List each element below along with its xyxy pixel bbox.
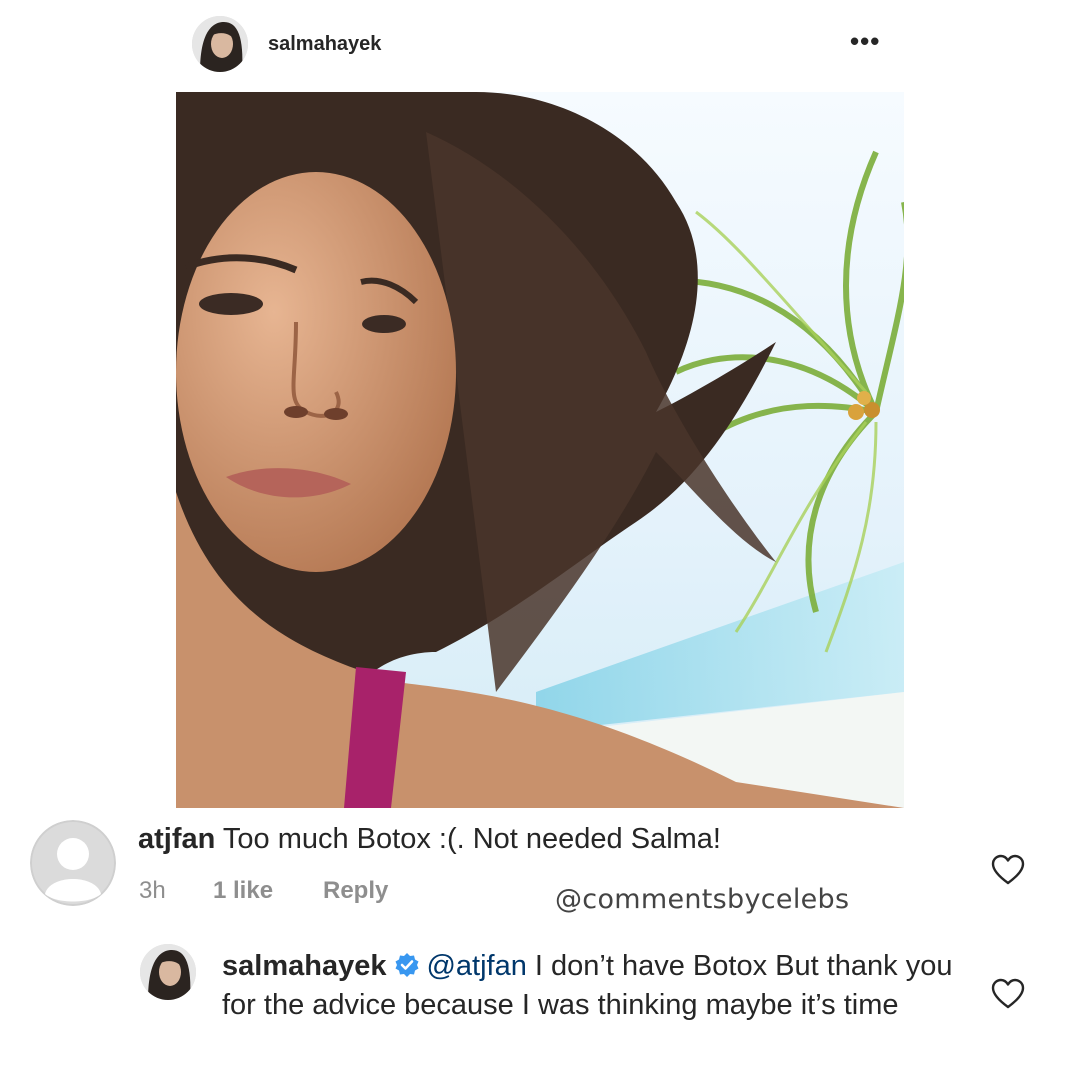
- reply-author-avatar[interactable]: [140, 944, 196, 1000]
- verified-badge-icon: [394, 951, 420, 987]
- post-photo: [176, 92, 904, 808]
- watermark: @commentsbycelebs: [555, 884, 850, 915]
- post-author-avatar[interactable]: [192, 16, 248, 72]
- reply-mention-link[interactable]: @atjfan: [426, 950, 526, 982]
- comment-text-line: atjfan Too much Botox :(. Not needed Sal…: [138, 823, 721, 856]
- comment-reply-button[interactable]: Reply: [323, 877, 388, 905]
- reply-comment: salmahayek @atjfan I don’t have Botox Bu…: [222, 948, 962, 1023]
- comment-text: Too much Botox :(. Not needed Salma!: [222, 823, 721, 855]
- heart-outline-icon[interactable]: [991, 978, 1025, 1010]
- default-avatar-icon[interactable]: [30, 820, 116, 906]
- more-options-icon[interactable]: •••: [850, 26, 880, 57]
- post-author-username[interactable]: salmahayek: [268, 33, 381, 56]
- comment-timestamp: 3h: [139, 877, 166, 904]
- heart-outline-icon[interactable]: [991, 854, 1025, 886]
- reply-username[interactable]: salmahayek: [222, 950, 386, 982]
- comment-username[interactable]: atjfan: [138, 823, 215, 855]
- comment-likes-count[interactable]: 1 like: [213, 877, 273, 905]
